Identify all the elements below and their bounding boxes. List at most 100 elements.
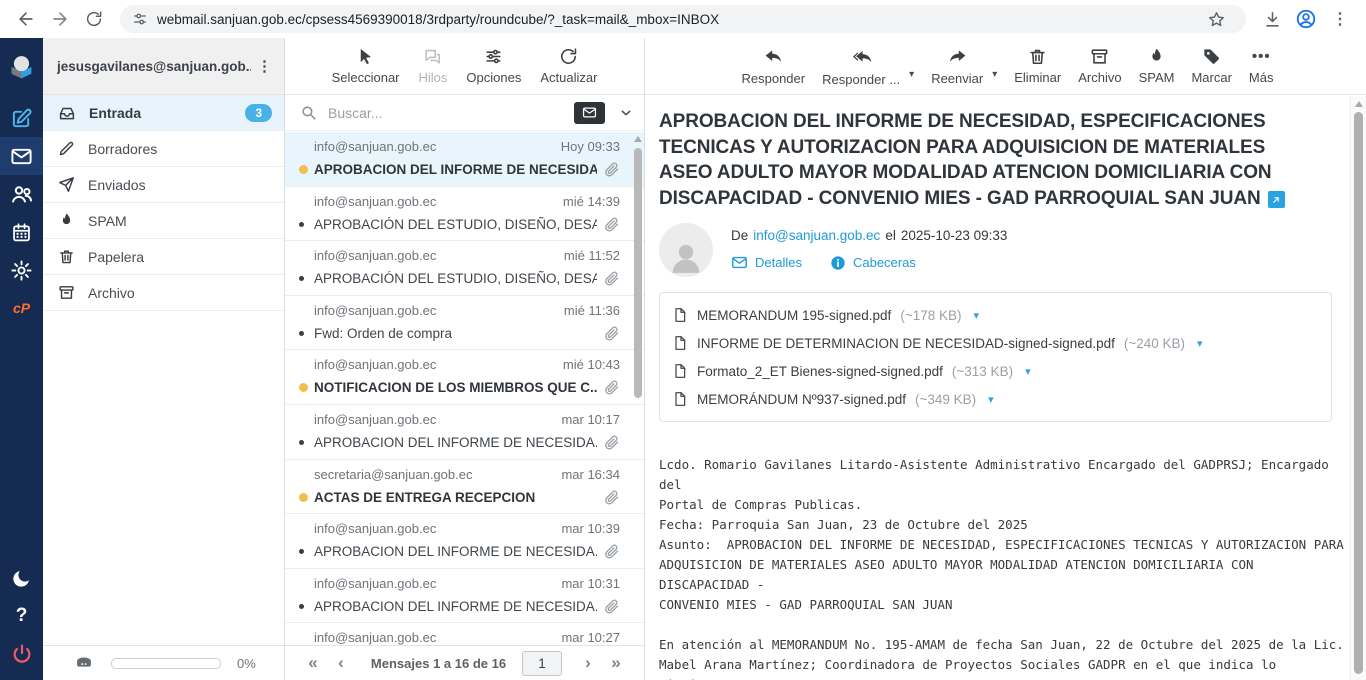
folder-item-inbox[interactable]: Entrada 3 (43, 95, 284, 131)
attachments-box: MEMORANDUM 195-signed.pdf (~178 KB) ▾ IN… (659, 292, 1332, 422)
attachment-item[interactable]: Formato_2_ET Bienes-signed-signed.pdf (~… (672, 357, 1319, 385)
logout-button[interactable] (0, 635, 43, 673)
options-button[interactable]: Opciones (466, 47, 521, 85)
message-scrollbar[interactable] (1350, 96, 1366, 680)
last-page-button[interactable]: » (602, 653, 630, 673)
attachment-icon (603, 434, 620, 451)
search-input[interactable]: Buscar... (328, 105, 563, 121)
bookmark-star-icon[interactable] (1207, 10, 1226, 29)
scroll-up-icon[interactable] (1355, 101, 1363, 107)
cpanel-link[interactable]: cP (0, 289, 43, 327)
sender-email-link[interactable]: info@sanjuan.gob.ec (753, 228, 880, 243)
unread-count-badge: 3 (245, 104, 272, 122)
dark-mode-button[interactable] (0, 559, 43, 597)
message-row[interactable]: info@sanjuan.gob.ecmar 10:31 APROBACION … (285, 569, 644, 624)
read-dot (299, 549, 304, 554)
attachment-menu-icon[interactable]: ▾ (974, 309, 980, 322)
folder-item-sent[interactable]: Enviados (43, 167, 284, 203)
browser-reload-button[interactable] (78, 3, 110, 35)
site-settings-icon[interactable] (132, 11, 148, 27)
address-bar[interactable]: webmail.sanjuan.gob.ec/cpsess4569390018/… (120, 5, 1246, 33)
message-row[interactable]: info@sanjuan.gob.ecmié 14:39 APROBACIÓN … (285, 187, 644, 242)
message-row[interactable]: info@sanjuan.gob.ecmié 10:43 NOTIFICACIO… (285, 350, 644, 405)
folder-item-spam[interactable]: SPAM (43, 203, 284, 239)
message-panel: Responder Responder ... ▾ Reenviar ▾ Eli… (645, 38, 1366, 680)
forward-menu-icon[interactable]: ▾ (992, 69, 997, 80)
refresh-button[interactable]: Actualizar (540, 47, 597, 85)
message-row[interactable]: info@sanjuan.gob.ecmié 11:36 Fwd: Orden … (285, 296, 644, 351)
settings-nav-button[interactable] (0, 251, 43, 289)
attachment-menu-icon[interactable]: ▾ (988, 393, 994, 406)
details-toggle[interactable]: Detalles (731, 254, 802, 271)
message-row[interactable]: info@sanjuan.gob.ecmar 10:17 APROBACION … (285, 405, 644, 460)
cursor-icon (356, 47, 375, 66)
inbox-icon (58, 104, 76, 122)
pencil-icon (58, 140, 75, 157)
attachment-icon (603, 543, 620, 560)
info-icon (830, 255, 846, 271)
spam-button[interactable]: SPAM (1139, 47, 1175, 85)
compose-shortcut-button[interactable] (574, 102, 605, 124)
message-row[interactable]: info@sanjuan.gob.ecmar 10:27 (285, 623, 644, 645)
browser-back-button[interactable] (10, 3, 42, 35)
storage-disk-icon (73, 652, 95, 674)
pdf-file-icon (672, 335, 688, 351)
help-button[interactable]: ? (0, 597, 43, 635)
attachment-item[interactable]: MEMORANDUM 195-signed.pdf (~178 KB) ▾ (672, 301, 1319, 329)
pdf-file-icon (672, 307, 688, 323)
attachment-menu-icon[interactable]: ▾ (1025, 365, 1031, 378)
forward-button[interactable]: Reenviar (931, 46, 983, 86)
tag-icon (1202, 47, 1221, 66)
message-row[interactable]: info@sanjuan.gob.ecmar 10:39 APROBACION … (285, 514, 644, 569)
scrollbar-thumb[interactable] (634, 148, 642, 398)
attachment-icon (603, 161, 620, 178)
message-row[interactable]: info@sanjuan.gob.ecmié 11:52 APROBACIÓN … (285, 241, 644, 296)
threads-icon (423, 47, 442, 66)
threads-button[interactable]: Hilos (419, 47, 448, 85)
compose-button[interactable] (0, 99, 43, 137)
calendar-nav-button[interactable] (0, 213, 43, 251)
attachment-item[interactable]: MEMORÁNDUM Nº937-signed.pdf (~349 KB) ▾ (672, 385, 1319, 413)
fire-icon (1147, 47, 1166, 66)
reply-all-button[interactable]: Responder ... (822, 46, 900, 87)
read-dot (299, 331, 304, 336)
reply-all-menu-icon[interactable]: ▾ (909, 69, 914, 80)
reply-button[interactable]: Responder (742, 46, 806, 86)
mail-nav-button[interactable] (0, 137, 43, 175)
folder-item-archive[interactable]: Archivo (43, 275, 284, 311)
scroll-up-icon[interactable] (634, 136, 642, 142)
browser-menu-button[interactable]: ⋮ (1324, 3, 1356, 35)
downloads-button[interactable] (1256, 3, 1288, 35)
folder-item-trash[interactable]: Papelera (43, 239, 284, 275)
contacts-nav-button[interactable] (0, 175, 43, 213)
url-text[interactable]: webmail.sanjuan.gob.ec/cpsess4569390018/… (157, 12, 1198, 27)
next-page-button[interactable]: › (574, 653, 602, 673)
mark-button[interactable]: Marcar (1191, 47, 1231, 85)
scrollbar-thumb[interactable] (1354, 112, 1363, 674)
message-row[interactable]: info@sanjuan.gob.ecHoy 09:33 APROBACION … (285, 132, 644, 187)
page-number-input[interactable]: 1 (522, 651, 562, 676)
archive-button[interactable]: Archivo (1078, 47, 1121, 85)
list-scrollbar[interactable] (633, 136, 642, 640)
search-scope-chevron-icon[interactable] (618, 105, 634, 121)
first-page-button[interactable]: « (299, 653, 327, 673)
folder-item-drafts[interactable]: Borradores (43, 131, 284, 167)
select-button[interactable]: Seleccionar (332, 47, 400, 85)
send-icon (58, 176, 75, 193)
delete-button[interactable]: Eliminar (1014, 47, 1061, 85)
attachment-icon (603, 270, 620, 287)
list-toolbar: Seleccionar Hilos Opciones Actualizar (285, 38, 644, 95)
read-dot (299, 276, 304, 281)
browser-profile-button[interactable] (1290, 3, 1322, 35)
attachment-item[interactable]: INFORME DE DETERMINACION DE NECESIDAD-si… (672, 329, 1319, 357)
prev-page-button[interactable]: ‹ (327, 653, 355, 673)
open-in-new-window-icon[interactable] (1268, 191, 1285, 208)
list-pager: « ‹ Mensajes 1 a 16 de 16 1 › » (285, 645, 644, 680)
attachment-menu-icon[interactable]: ▾ (1197, 337, 1203, 350)
reply-all-icon (850, 46, 872, 68)
message-row[interactable]: secretaria@sanjuan.gob.ecmar 16:34 ACTAS… (285, 460, 644, 515)
more-button[interactable]: ••• Más (1249, 47, 1274, 85)
browser-forward-button[interactable] (44, 3, 76, 35)
account-menu-button[interactable]: ⋮ (251, 57, 278, 75)
headers-toggle[interactable]: Cabeceras (830, 254, 916, 271)
